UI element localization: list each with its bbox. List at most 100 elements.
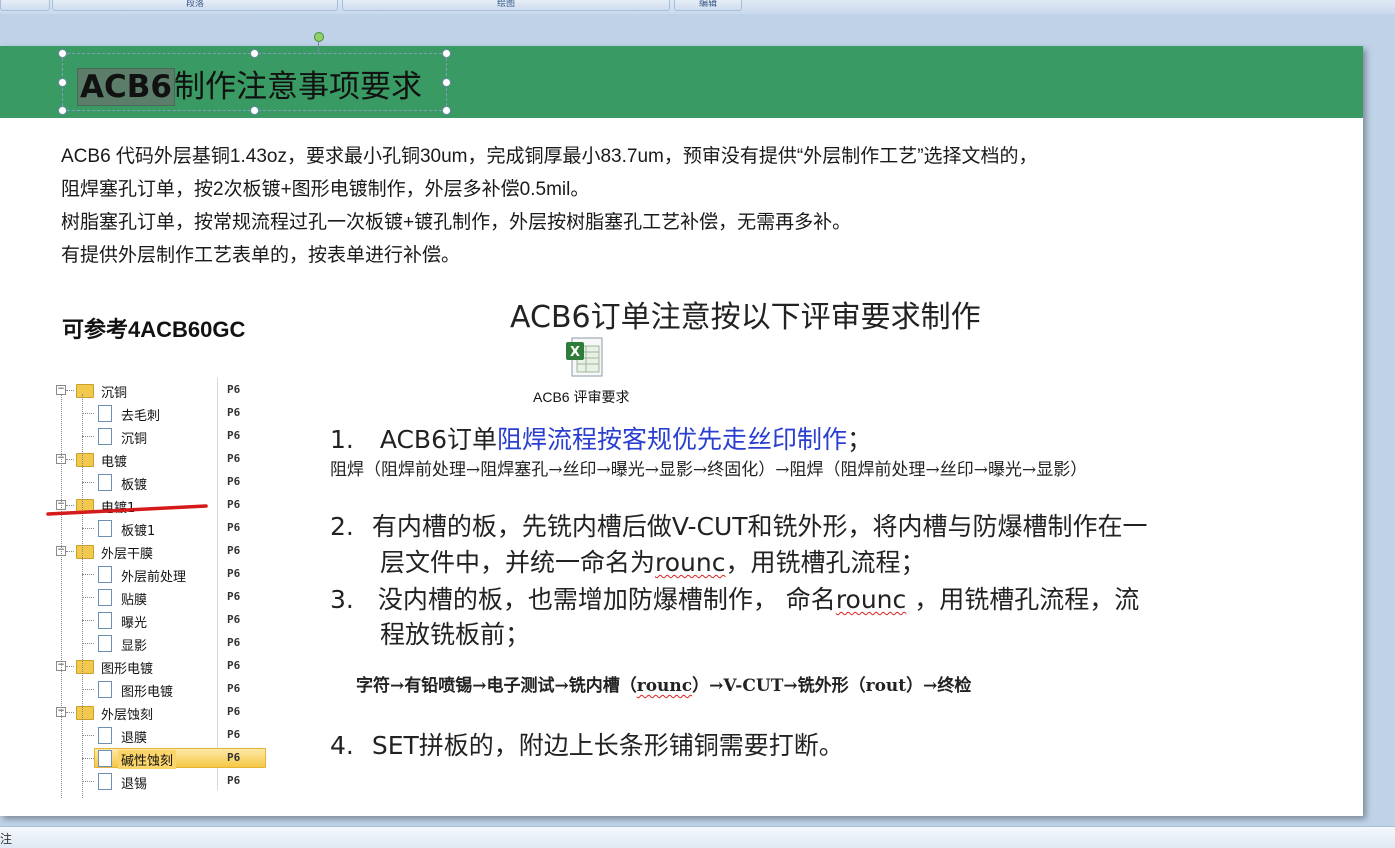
tree-node[interactable]: − 图形电镀 P6	[56, 656, 268, 677]
resize-handle-tr[interactable]	[442, 49, 451, 58]
tree-node[interactable]: 碱性蚀刻 P6	[56, 748, 268, 769]
process-tree: − 沉铜 P6 去毛刺 P6 沉铜 P6− 电镀 P6 板镀 P6− 电镀1 P6 板镀1 P6− 外层干膜 P…	[56, 346, 268, 798]
tree-connector	[82, 781, 94, 782]
tree-node[interactable]: 退锡 P6	[56, 771, 268, 792]
resize-handle-br[interactable]	[442, 106, 451, 115]
resize-handle-b[interactable]	[250, 106, 259, 115]
ribbon-group-drawing[interactable]: 绘图	[342, 0, 670, 11]
tree-node-code: P6	[227, 728, 241, 741]
tree-node[interactable]: 去毛刺 P6	[56, 403, 268, 424]
document-icon	[98, 635, 112, 652]
document-icon	[98, 474, 112, 491]
tree-node-label: 碱性蚀刻	[118, 750, 177, 769]
item-2-line-2: 层文件中，并统一命名为rounc，用铣槽孔流程；	[380, 543, 926, 579]
tree-connector	[66, 551, 74, 552]
tree-connector	[82, 574, 94, 575]
item-2-line-1: 2. 有内槽的板，先铣内槽后做V-CUT和铣外形，将内槽与防爆槽制作在一	[330, 507, 1148, 543]
item-3-flow: 字符→有铅喷锡→电子测试→铣内槽（rounc）→V-CUT→铣外形（rout）→…	[356, 671, 971, 696]
resize-handle-tl[interactable]	[58, 49, 67, 58]
tree-node[interactable]: − 电镀 P6	[56, 449, 268, 470]
tree-node-label: 贴膜	[121, 593, 148, 608]
ribbon-group-font[interactable]	[0, 0, 50, 11]
tree-node-label: 显影	[121, 639, 148, 654]
document-icon	[98, 566, 112, 583]
item-3-rounc: rounc	[835, 585, 907, 614]
paragraph-4: 有提供外层制作工艺表单的，按表单进行补偿。	[61, 245, 461, 266]
tree-node[interactable]: 沉铜 P6	[56, 426, 268, 447]
tree-node-code: P6	[227, 452, 241, 465]
item-2-text-1: 有内槽的板，先铣内槽后做V-CUT和铣外形，将内槽与防爆槽制作在一	[371, 512, 1148, 541]
tree-node[interactable]: 板镀 P6	[56, 472, 268, 493]
paragraph-3: 树脂塞孔订单，按常规流程过孔一次板镀+镀孔制作，外层按树脂塞孔工艺补偿，无需再多…	[61, 212, 852, 233]
reference-heading: 可参考4ACB60GC	[62, 317, 246, 342]
tree-node[interactable]: 贴膜 P6	[56, 587, 268, 608]
tree-node-label: 图形电镀	[121, 685, 174, 700]
item-1-suffix: ；	[847, 425, 873, 454]
tree-node-code: P6	[227, 613, 241, 626]
tree-node[interactable]: 板镀1 P6	[56, 518, 268, 539]
tree-node-label: 外层前处理	[121, 570, 187, 585]
resize-handle-bl[interactable]	[58, 106, 67, 115]
item-3-number: 3.	[330, 585, 354, 614]
tree-node-label: 沉铜	[121, 432, 148, 447]
item-4-text: SET拼板的，附边上长条形铺铜需要打断。	[371, 731, 844, 760]
document-icon	[98, 405, 112, 422]
selected-title-text: ACB6	[77, 68, 175, 106]
tree-node-code: P6	[227, 682, 241, 695]
tree-node[interactable]: 显影 P6	[56, 633, 268, 654]
resize-handle-t[interactable]	[250, 49, 259, 58]
tree-node-code: P6	[227, 429, 241, 442]
item-2-number: 2.	[330, 512, 354, 541]
tree-node-label: 电镀	[101, 455, 128, 470]
tree-node-label: 板镀1	[121, 524, 156, 539]
tree-node[interactable]: 图形电镀 P6	[56, 679, 268, 700]
tree-node-label: 去毛刺	[121, 409, 161, 424]
resize-handle-l[interactable]	[58, 78, 67, 87]
document-icon	[98, 428, 112, 445]
resize-handle-r[interactable]	[442, 78, 451, 87]
item-3-flow-c: ）→V-CUT→铣外形（rout）→终检	[692, 676, 972, 696]
tree-connector	[82, 735, 94, 736]
slide[interactable]: ACB6制作注意事项要求 ACB6 代码外层基铜1.43oz，要求最小孔铜30u…	[0, 32, 1363, 816]
tree-node-code: P6	[227, 751, 241, 764]
tree-node[interactable]: 曝光 P6	[56, 610, 268, 631]
tree-node-code: P6	[227, 498, 241, 511]
folder-icon	[76, 384, 94, 398]
paragraph-2: 阻焊塞孔订单，按2次板镀+图形电镀制作，外层多补偿0.5mil。	[61, 179, 590, 200]
attachment-caption: ACB6 评审要求	[533, 389, 630, 405]
tree-node-label: 退锡	[121, 777, 148, 792]
tree-connector	[82, 597, 94, 598]
red-pen-mark	[46, 504, 208, 516]
tree-node[interactable]: 退膜 P6	[56, 725, 268, 746]
tree-node-code: P6	[227, 659, 241, 672]
tree-node-code: P6	[227, 544, 241, 557]
tree-node[interactable]: − 外层蚀刻 P6	[56, 702, 268, 723]
tree-node[interactable]: − 外层干膜 P6	[56, 541, 268, 562]
document-icon	[98, 681, 112, 698]
ribbon-group-editing[interactable]: 编辑	[674, 0, 742, 11]
item-3-text-1a: 没内槽的板，也需增加防爆槽制作， 命名	[377, 585, 836, 614]
tree-connector	[82, 643, 94, 644]
tree-node-code: P6	[227, 636, 241, 649]
tree-node-code: P6	[227, 521, 241, 534]
excel-attachment-icon[interactable]: X	[564, 336, 608, 380]
folder-icon	[76, 660, 94, 674]
item-1-flow: 阻焊（阻焊前处理→阻焊塞孔→丝印→曝光→显影→终固化）→阻焊（阻焊前处理→丝印→…	[330, 460, 1088, 480]
tree-node-code: P6	[227, 406, 241, 419]
tree-connector	[66, 712, 74, 713]
tree-node-label: 板镀	[121, 478, 148, 493]
slide-title[interactable]: ACB6制作注意事项要求	[77, 61, 422, 106]
document-icon	[98, 589, 112, 606]
tree-node[interactable]: 外层前处理 P6	[56, 564, 268, 585]
item-4: 4. SET拼板的，附边上长条形铺铜需要打断。	[330, 726, 844, 762]
tree-node[interactable]: − 沉铜 P6	[56, 380, 268, 401]
tree-node-label: 外层蚀刻	[101, 708, 154, 723]
rotate-handle[interactable]	[314, 32, 324, 42]
tree-connector	[82, 758, 94, 759]
document-icon	[98, 773, 112, 790]
item-1-prefix: ACB6订单	[379, 425, 497, 454]
slide-canvas: ACB6制作注意事项要求 ACB6 代码外层基铜1.43oz，要求最小孔铜30u…	[0, 14, 1395, 826]
tree-node-code: P6	[227, 475, 241, 488]
ribbon-group-paragraph[interactable]: 段落	[52, 0, 338, 11]
tree-node-label: 曝光	[121, 616, 148, 631]
